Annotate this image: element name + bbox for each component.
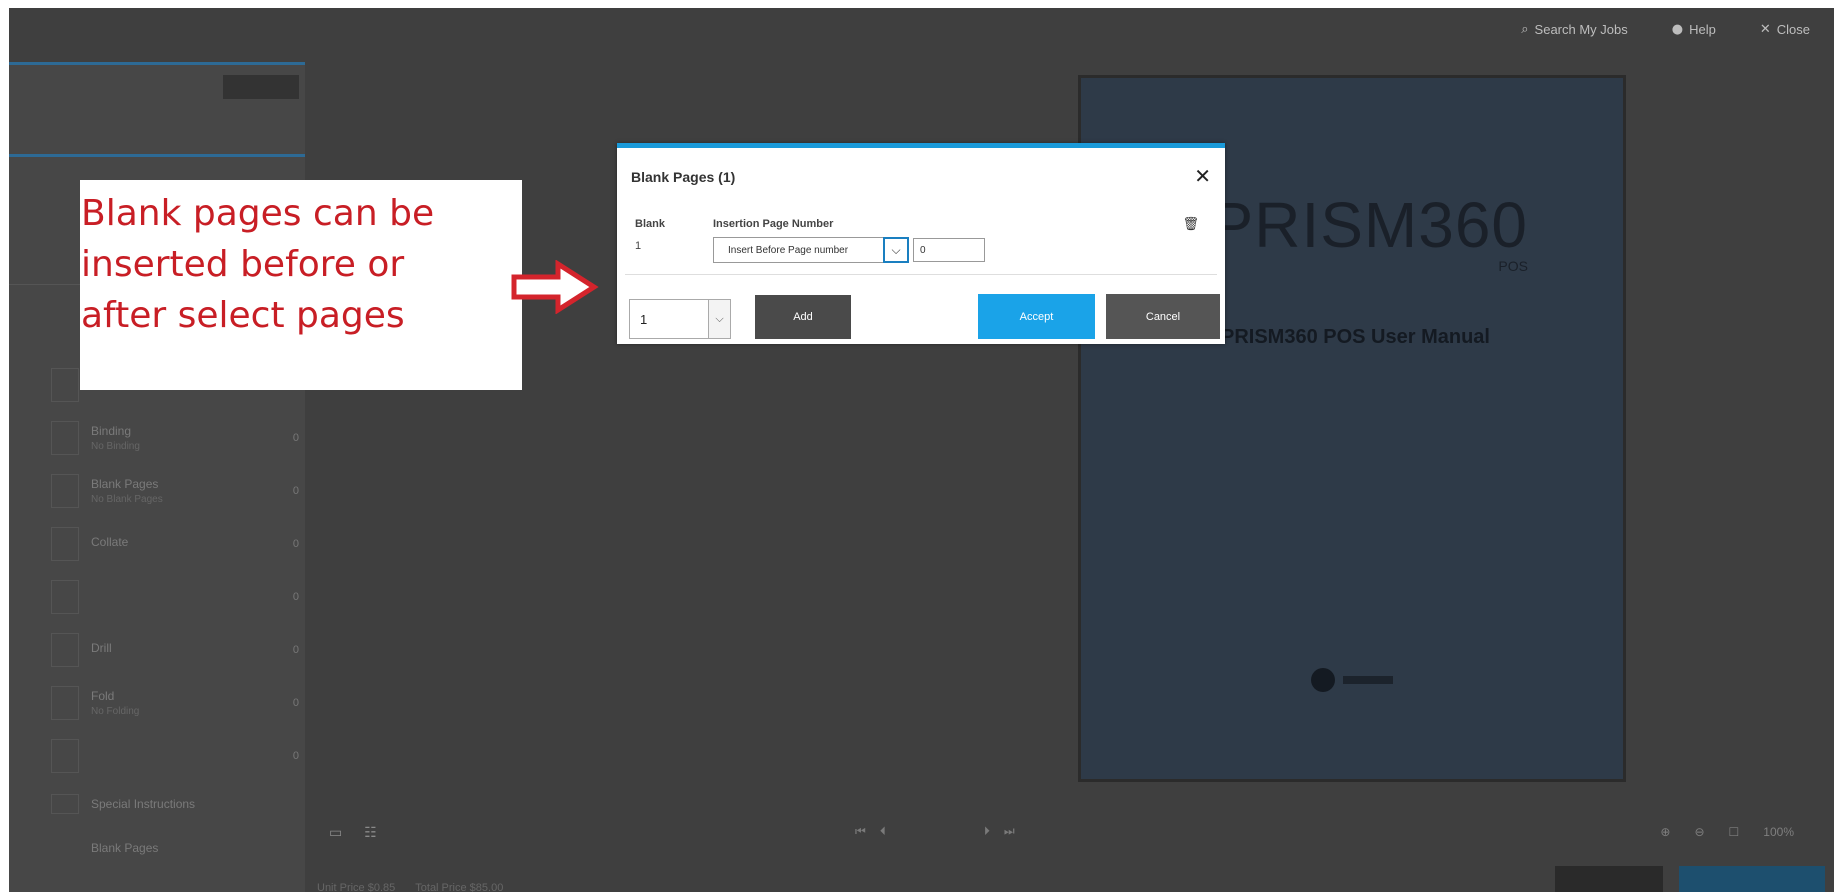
close-label: Close <box>1776 22 1810 37</box>
top-actions: ⌕ Search My Jobs ● Help ✕ Close <box>1521 22 1810 37</box>
option-thumbnail <box>51 794 79 814</box>
document-logo-sub: POS <box>1498 258 1528 274</box>
option-thumbnail <box>51 579 79 614</box>
blank-pages-dialog: Blank Pages (1) ✕ Blank Insertion Page N… <box>617 143 1225 344</box>
previous-page-icon[interactable]: ⏴ <box>880 824 886 839</box>
option-count: 0 <box>292 431 299 444</box>
annotation-text: Blank pages can be inserted before or af… <box>81 193 435 336</box>
close-icon[interactable]: ✕ <box>1194 164 1211 189</box>
chevron-down-icon[interactable]: ⌵ <box>883 237 909 263</box>
chevron-down-icon[interactable]: ⌵ <box>709 299 731 339</box>
option-thumbnail <box>51 420 79 455</box>
annotation-callout: Blank pages can be inserted before or af… <box>80 180 522 390</box>
document-logo: PRISM360 <box>1210 189 1528 261</box>
option-name: Blank Pages <box>91 476 159 491</box>
total-price: Total Price $85.00 <box>415 882 504 892</box>
option-thumbnail <box>51 473 79 508</box>
list-item[interactable]: Collate 0 <box>27 517 299 570</box>
option-count: 0 <box>292 696 299 709</box>
option-count: 0 <box>292 643 299 656</box>
option-name: Collate <box>91 535 129 549</box>
two-page-view-icon[interactable]: ☷ <box>364 825 377 841</box>
option-name: Drill <box>91 641 112 655</box>
unit-price: Unit Price $0.85 <box>317 882 396 892</box>
app-window: ⌕ Search My Jobs ● Help ✕ Close 1 <box>9 8 1834 892</box>
sidebar-divider <box>9 154 305 157</box>
top-bar: ⌕ Search My Jobs ● Help ✕ Close <box>9 8 1834 52</box>
zoom-tools: ⊕ ⊖ ☐ 100% <box>1660 825 1794 839</box>
option-thumbnail <box>51 685 79 720</box>
search-my-jobs-button[interactable]: ⌕ Search My Jobs <box>1521 22 1627 37</box>
zoom-out-icon[interactable]: ⊖ <box>1694 825 1704 839</box>
list-item[interactable]: Fold No Folding 0 <box>27 676 299 729</box>
option-name: Binding <box>91 423 132 438</box>
add-button[interactable]: Add <box>755 295 851 339</box>
sidebar-select-button[interactable] <box>223 75 299 99</box>
option-count: 0 <box>292 537 299 550</box>
finishing-options-list: 1 BindingNo Binding 0 Blank PagesNo Blan… <box>27 358 299 870</box>
option-sub: No Binding <box>91 440 140 452</box>
close-button[interactable]: ✕ Close <box>1760 22 1810 37</box>
next-page-icon[interactable]: ⏵ <box>984 824 990 839</box>
document-heading: PRISM360 POS User Manual <box>1221 326 1490 348</box>
company-logo-icon <box>1311 668 1335 692</box>
trash-icon[interactable]: 🗑 <box>1182 216 1199 232</box>
option-name: Fold <box>91 688 115 703</box>
help-label: Help <box>1689 22 1716 37</box>
blank-row-number: 1 <box>635 240 642 252</box>
list-item[interactable]: Binding No Binding 0 <box>27 411 299 464</box>
list-item[interactable]: Blank Pages <box>27 826 299 870</box>
search-my-jobs-label: Search My Jobs <box>1534 22 1628 37</box>
option-thumbnail <box>51 526 79 561</box>
list-item[interactable]: Drill 0 <box>27 623 299 676</box>
option-thumbnail <box>51 367 79 402</box>
view-tools: ▭ ☷ <box>329 825 377 841</box>
option-count: 0 <box>292 749 299 762</box>
page-number-input[interactable]: 0 <box>913 238 985 262</box>
single-page-view-icon[interactable]: ▭ <box>329 825 342 841</box>
blank-quantity-select[interactable]: 1 <box>629 299 709 339</box>
add-to-cart-button[interactable] <box>1679 866 1825 892</box>
help-icon: ● <box>1671 22 1684 37</box>
option-thumbnail <box>51 738 79 773</box>
sidebar-divider <box>9 62 305 65</box>
price-summary: Unit Price $0.85 Total Price $85.00 <box>317 882 503 892</box>
fit-page-icon[interactable]: ☐ <box>1729 825 1740 839</box>
dialog-title: Blank Pages (1) <box>631 169 736 185</box>
accept-button[interactable]: Accept <box>978 294 1095 339</box>
page-navigator: ⏮ ⏴ ⏵ ⏭ <box>855 824 1015 839</box>
option-thumbnail <box>51 838 79 858</box>
list-item[interactable]: 0 <box>27 570 299 623</box>
zoom-level: 100% <box>1763 825 1794 839</box>
secondary-action-button[interactable] <box>1555 866 1663 892</box>
last-page-icon[interactable]: ⏭ <box>1004 824 1015 839</box>
help-button[interactable]: ● Help <box>1672 22 1716 37</box>
cancel-button[interactable]: Cancel <box>1106 294 1220 339</box>
option-sub: No Folding <box>91 705 140 717</box>
list-item[interactable]: Blank Pages No Blank Pages 0 <box>27 464 299 517</box>
column-header-insertion-page: Insertion Page Number <box>713 218 834 230</box>
option-thumbnail <box>51 632 79 667</box>
first-page-icon[interactable]: ⏮ <box>855 824 866 839</box>
dialog-divider <box>625 274 1217 275</box>
insert-position-select[interactable]: Insert Before Page number <box>713 237 885 263</box>
option-name: Blank Pages <box>91 841 159 855</box>
search-icon: ⌕ <box>1521 22 1529 37</box>
option-count: 0 <box>292 590 299 603</box>
company-logo-text <box>1343 676 1393 684</box>
close-icon: ✕ <box>1759 22 1771 37</box>
option-sub: No Blank Pages <box>91 493 163 505</box>
annotation-arrow-icon <box>511 260 599 314</box>
option-name: Special Instructions <box>91 797 196 811</box>
option-count: 0 <box>292 484 299 497</box>
list-item[interactable]: 0 <box>27 729 299 782</box>
list-item[interactable]: Special Instructions <box>27 782 299 826</box>
zoom-in-icon[interactable]: ⊕ <box>1660 825 1670 839</box>
column-header-blank: Blank <box>635 218 665 230</box>
